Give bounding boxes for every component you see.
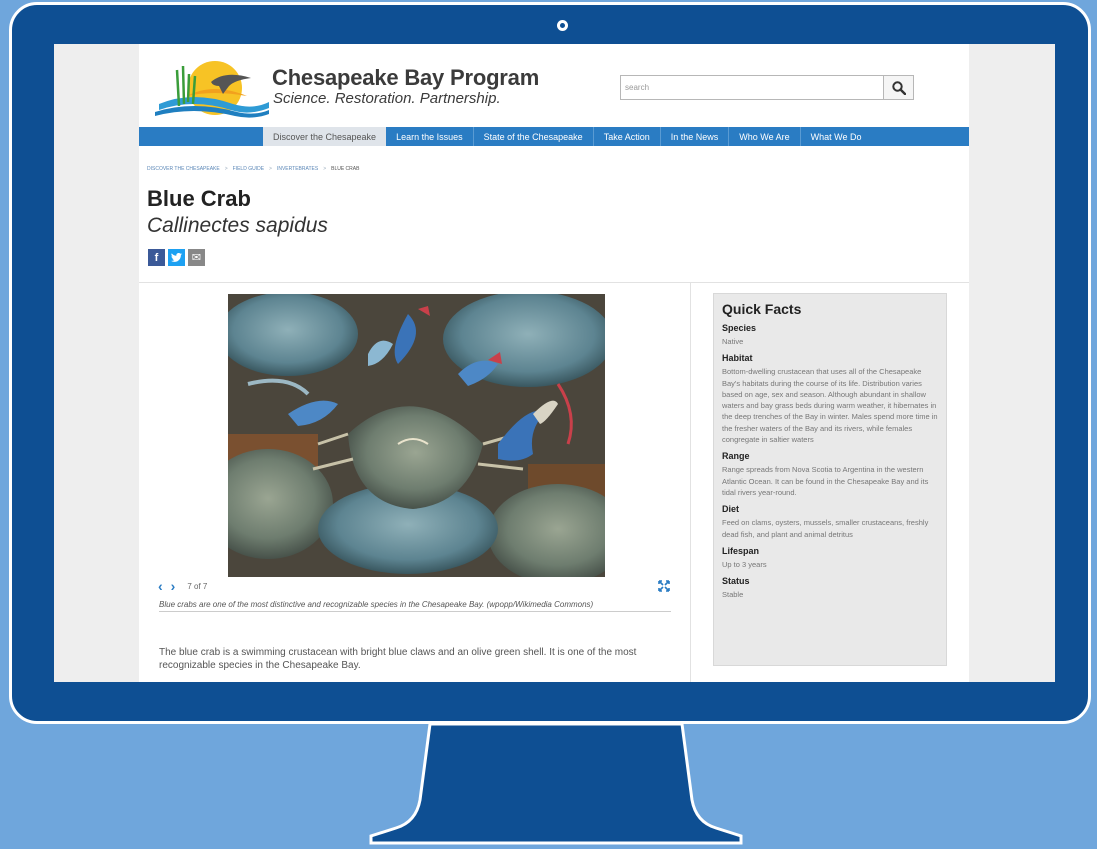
breadcrumb-link[interactable]: Field Guide [233,166,264,172]
nav-item-who-we-are[interactable]: Who We Are [729,127,801,146]
nav-item-state-of-the-chesapeake[interactable]: State of the Chesapeake [474,127,594,146]
site-tagline: Science. Restoration. Partnership. [273,90,501,107]
chevron-left-icon[interactable]: ‹ [158,579,163,593]
breadcrumb-link[interactable]: Invertebrates [277,166,318,172]
breadcrumb-separator: > [224,166,228,172]
breadcrumb-current: Blue Crab [331,166,360,172]
email-icon[interactable]: ✉ [188,249,205,266]
camera-dot-icon [557,20,568,31]
fact-label-habitat: Habitat [722,353,753,364]
search-button[interactable] [883,76,913,99]
nav-item-discover[interactable]: Discover the Chesapeake [263,127,387,146]
fact-value-species: Native [722,337,744,346]
nav-item-learn-the-issues[interactable]: Learn the Issues [386,127,474,146]
fact-value-lifespan: Up to 3 years [722,559,767,569]
page-title: Blue Crab [147,186,251,211]
caption-divider [159,611,671,612]
image-caption: Blue crabs are one of the most distincti… [159,600,594,609]
nav-item-in-the-news[interactable]: In the News [661,127,730,146]
quick-facts-title: Quick Facts [722,301,802,317]
twitter-bird-icon [171,253,182,262]
main-nav: Discover the Chesapeake Learn the Issues… [139,127,969,146]
fact-label-diet: Diet [722,504,740,515]
fact-label-status: Status [722,576,750,587]
nav-item-take-action[interactable]: Take Action [594,127,661,146]
intro-paragraph: The blue crab is a swimming crustacean w… [159,647,637,671]
fact-value-habitat: Bottom-dwelling crustacean that uses all… [722,367,938,445]
quick-facts-panel: Quick Facts Species Native Habitat Botto… [713,293,947,666]
sidebar-divider [690,283,691,682]
fact-value-diet: Feed on clams, oysters, mussels, smaller… [722,518,929,539]
page-subtitle: Callinectes sapidus [147,214,328,237]
chevron-right-icon[interactable]: › [171,579,176,593]
web-page: Chesapeake Bay Program Science. Restorat… [139,44,969,682]
twitter-icon[interactable] [168,249,185,266]
search-icon [891,80,906,95]
fact-value-range: Range spreads from Nova Scotia to Argent… [722,465,929,497]
site-title[interactable]: Chesapeake Bay Program [272,65,539,91]
fact-label-species: Species [722,323,757,333]
blue-crabs-photo [228,294,605,577]
content-divider [139,282,969,283]
search-box [620,75,914,100]
logo-icon[interactable] [153,52,271,120]
fact-label-range: Range [722,451,750,462]
gallery-controls: ‹ › 7 of 7 [158,579,207,593]
search-input[interactable] [621,76,885,99]
gallery-image[interactable] [228,294,605,577]
browser-screen: Chesapeake Bay Program Science. Restorat… [54,44,1055,682]
gallery-counter: 7 of 7 [187,581,208,591]
breadcrumb-separator: > [323,166,327,172]
fact-label-lifespan: Lifespan [722,545,760,556]
facebook-icon[interactable]: f [148,249,165,266]
expand-arrows-icon [658,580,670,592]
breadcrumb-link[interactable]: Discover the Chesapeake [147,166,220,172]
share-buttons: f ✉ [148,249,205,266]
expand-icon[interactable] [658,579,670,597]
breadcrumb: Discover the Chesapeake > Field Guide > … [147,166,359,172]
nav-item-what-we-do[interactable]: What We Do [801,127,872,146]
breadcrumb-separator: > [269,166,272,172]
fact-value-status: Stable [722,590,744,600]
